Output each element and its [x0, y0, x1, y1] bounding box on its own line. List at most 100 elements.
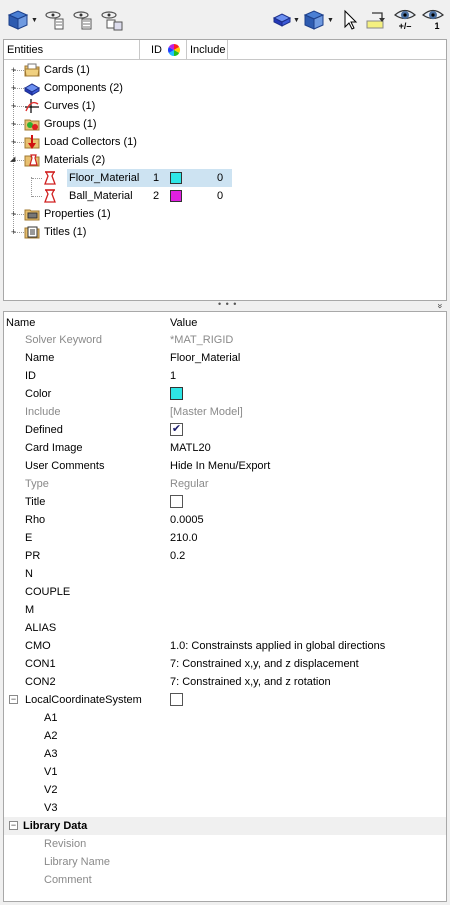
include-column-header[interactable]: Include [190, 44, 225, 56]
titles-icon [24, 226, 40, 239]
prop-row-v2[interactable]: V2 [4, 781, 446, 799]
tree-item-load-collectors[interactable]: + Load Collectors (1) [4, 133, 448, 151]
prop-row-a1[interactable]: A1 [4, 709, 446, 727]
collapse-icon[interactable]: − [9, 821, 18, 830]
prop-row-alias[interactable]: ALIAS [4, 619, 446, 637]
prop-value[interactable]: 7: Constrained x,y, and z rotation [170, 676, 331, 688]
prop-row-m[interactable]: M [4, 601, 446, 619]
prop-row-id[interactable]: ID 1 [4, 367, 446, 385]
select-arrow-button[interactable] [342, 8, 358, 32]
column-filter-button[interactable] [44, 8, 66, 32]
prop-row-local-coordinate-system[interactable]: − LocalCoordinateSystem [4, 691, 446, 709]
entity-state-button[interactable] [100, 8, 124, 32]
dropdown-arrow-icon[interactable]: ▼ [31, 17, 38, 24]
prop-row-title[interactable]: Title [4, 493, 446, 511]
prop-row-defined[interactable]: Defined ✔ [4, 421, 446, 439]
prop-row-color[interactable]: Color [4, 385, 446, 403]
section-library-data[interactable]: − Library Data [4, 817, 446, 835]
collapse-icon[interactable]: − [9, 695, 18, 704]
defined-checkbox[interactable]: ✔ [170, 423, 183, 436]
expand-icon[interactable]: + [9, 102, 18, 111]
prop-value[interactable]: MATL20 [170, 442, 211, 454]
value-column-header[interactable]: Value [170, 317, 197, 329]
prop-name: COUPLE [25, 586, 71, 598]
expand-icon[interactable]: + [9, 66, 18, 75]
prop-value[interactable]: 1 [170, 370, 176, 382]
expand-icon[interactable]: + [9, 120, 18, 129]
expand-icon[interactable]: + [9, 210, 18, 219]
tree-item-titles[interactable]: + Titles (1) [4, 223, 448, 241]
display-box-button[interactable]: ▼ [272, 8, 300, 32]
collapse-chevron-icon[interactable]: » [436, 303, 446, 308]
tree-item-curves[interactable]: + Curves (1) [4, 97, 448, 115]
prop-value[interactable]: Hide In Menu/Export [170, 460, 270, 472]
prop-row-n[interactable]: N [4, 565, 446, 583]
tree-item-label: Load Collectors (1) [44, 136, 137, 148]
expand-icon[interactable]: + [9, 138, 18, 147]
tree-item-materials[interactable]: ◢ Materials (2) [4, 151, 448, 169]
dropdown-arrow-icon[interactable]: ▼ [327, 17, 334, 24]
entity-view-right-button[interactable]: ▼ [302, 8, 334, 32]
prop-row-rho[interactable]: Rho 0.0005 [4, 511, 446, 529]
prop-row-con2[interactable]: CON2 7: Constrained x,y, and z rotation [4, 673, 446, 691]
column-divider[interactable] [186, 40, 187, 60]
tree-item-components[interactable]: + Components (2) [4, 79, 448, 97]
prop-value[interactable]: 0.0005 [170, 514, 204, 526]
prop-name: A1 [44, 712, 58, 724]
display-box-icon [272, 13, 292, 27]
entity-state-icon [101, 11, 123, 31]
id-column-header[interactable]: ID [151, 44, 162, 56]
prop-row-user-comments[interactable]: User Comments Hide In Menu/Export [4, 457, 446, 475]
material-color-swatch[interactable] [170, 172, 182, 184]
column-list-button[interactable] [72, 8, 94, 32]
prop-row-card-image[interactable]: Card Image MATL20 [4, 439, 446, 457]
prop-value[interactable]: 1.0: Constrainsts applied in global dire… [170, 640, 385, 652]
prop-row-con1[interactable]: CON1 7: Constrained x,y, and z displacem… [4, 655, 446, 673]
expand-icon[interactable]: + [9, 228, 18, 237]
prop-value[interactable]: Floor_Material [170, 352, 240, 364]
color-swatch[interactable] [170, 387, 183, 400]
tree-header: Entities ID Include [4, 40, 446, 60]
entity-view-button[interactable]: ▼ [6, 8, 38, 32]
column-divider[interactable] [227, 40, 228, 60]
prop-name: PR [25, 550, 41, 562]
load-collectors-icon [24, 135, 40, 149]
prop-row-pr[interactable]: PR 0.2 [4, 547, 446, 565]
prop-value[interactable]: 210.0 [170, 532, 198, 544]
name-column-header[interactable]: Name [6, 317, 35, 329]
material-color-swatch[interactable] [170, 190, 182, 202]
local-coordinate-system-checkbox[interactable] [170, 693, 183, 706]
prop-value[interactable]: 7: Constrained x,y, and z displacement [170, 658, 359, 670]
tree-item-properties[interactable]: + Properties (1) [4, 205, 448, 223]
tree-item-groups[interactable]: + Groups (1) [4, 115, 448, 133]
prop-row-v1[interactable]: V1 [4, 763, 446, 781]
materials-icon [24, 154, 40, 167]
prop-row-a3[interactable]: A3 [4, 745, 446, 763]
prop-row-cmo[interactable]: CMO 1.0: Constrainsts applied in global … [4, 637, 446, 655]
prop-row-couple[interactable]: COUPLE [4, 583, 446, 601]
prop-name: CON2 [25, 676, 56, 688]
expand-icon[interactable]: + [9, 84, 18, 93]
prop-value[interactable]: 0.2 [170, 550, 185, 562]
tree-item-cards[interactable]: + Cards (1) [4, 61, 448, 79]
collapse-triangle-icon[interactable]: ◢ [10, 155, 15, 163]
prop-name: N [25, 568, 33, 580]
highlight-button[interactable] [364, 8, 388, 32]
panel-splitter[interactable]: • • • » [0, 299, 450, 310]
prop-name: Revision [44, 838, 87, 850]
show-one-button[interactable]: 1 [421, 6, 445, 31]
entities-column-header[interactable]: Entities [7, 44, 43, 56]
prop-name: A2 [44, 730, 58, 742]
prop-header: Name Value [4, 312, 446, 332]
prop-row-a2[interactable]: A2 [4, 727, 446, 745]
material-row-ball[interactable]: Ball_Material 2 0 [4, 187, 448, 205]
color-wheel-icon[interactable] [167, 43, 181, 57]
prop-row-name[interactable]: Name Floor_Material [4, 349, 446, 367]
dropdown-arrow-icon[interactable]: ▼ [293, 17, 300, 24]
prop-row-e[interactable]: E 210.0 [4, 529, 446, 547]
title-checkbox[interactable] [170, 495, 183, 508]
prop-row-v3[interactable]: V3 [4, 799, 446, 817]
column-divider[interactable] [139, 40, 140, 60]
material-row-floor[interactable]: Floor_Material 1 0 [4, 169, 448, 187]
show-plus-minus-button[interactable]: +/– [393, 6, 417, 31]
